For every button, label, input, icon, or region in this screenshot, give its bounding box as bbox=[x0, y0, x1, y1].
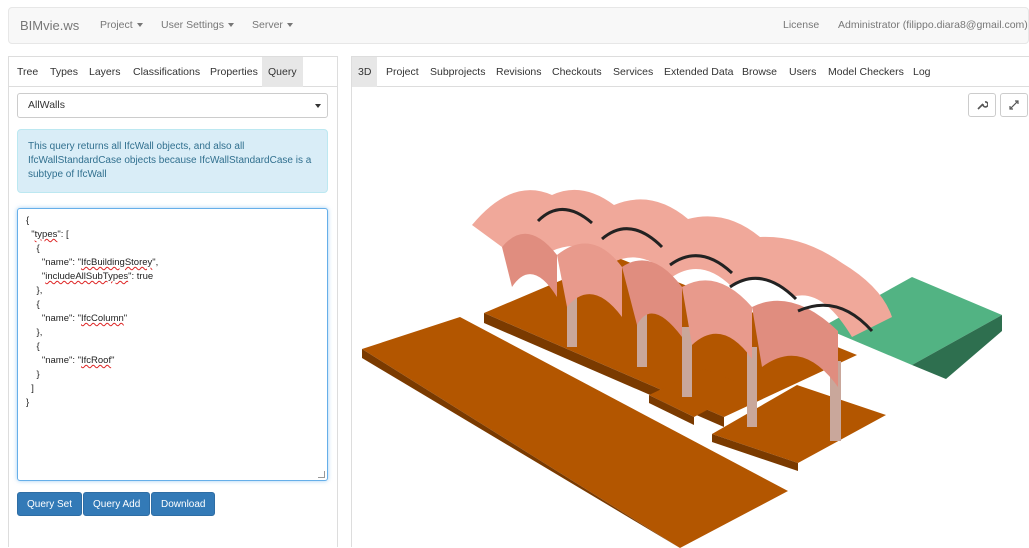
caret-down-icon bbox=[228, 23, 235, 28]
resize-handle-icon[interactable] bbox=[318, 471, 325, 478]
caret-down-icon bbox=[136, 23, 143, 28]
3d-viewer[interactable] bbox=[352, 87, 1029, 548]
wrench-icon bbox=[977, 101, 988, 110]
tab-log[interactable]: Log bbox=[907, 57, 937, 87]
caret-down-icon bbox=[286, 23, 293, 28]
query-add-button[interactable]: Query Add bbox=[83, 492, 151, 516]
editor-line: "name": "IfcRoof" bbox=[26, 355, 115, 366]
left-tab-bar: Tree Types Layers Classifications Proper… bbox=[9, 57, 337, 87]
viewer-fullscreen-button[interactable] bbox=[1000, 93, 1028, 117]
expand-icon bbox=[1009, 100, 1019, 110]
editor-line: }, bbox=[26, 285, 43, 296]
chevron-down-icon bbox=[315, 104, 321, 108]
right-panel: 3D Project Subprojects Revisions Checkou… bbox=[351, 56, 1029, 548]
nav-project[interactable]: Project bbox=[100, 19, 143, 31]
nav-license[interactable]: License bbox=[783, 19, 819, 31]
query-info-alert: This query returns all IfcWall objects, … bbox=[17, 129, 328, 193]
editor-line: } bbox=[26, 369, 40, 380]
tab-tree[interactable]: Tree bbox=[11, 57, 44, 87]
query-set-button[interactable]: Query Set bbox=[17, 492, 83, 516]
editor-line: { bbox=[26, 299, 40, 310]
download-button[interactable]: Download bbox=[151, 492, 216, 516]
column bbox=[682, 327, 692, 397]
tab-users[interactable]: Users bbox=[783, 57, 822, 87]
editor-line: { bbox=[26, 243, 40, 254]
editor-line: ] bbox=[26, 383, 34, 394]
editor-line: "includeAllSubTypes": true bbox=[26, 271, 154, 282]
right-tab-bar: 3D Project Subprojects Revisions Checkou… bbox=[352, 57, 1029, 87]
tab-query[interactable]: Query bbox=[262, 57, 303, 87]
nav-user-settings[interactable]: User Settings bbox=[161, 19, 235, 31]
editor-line: "types": [ bbox=[26, 229, 69, 240]
tab-project[interactable]: Project bbox=[380, 57, 425, 87]
query-editor[interactable]: { "types": [ { "name": "IfcBuildingStore… bbox=[17, 208, 328, 481]
editor-line: }, bbox=[26, 327, 43, 338]
tab-model-checkers[interactable]: Model Checkers bbox=[822, 57, 910, 87]
tab-classifications[interactable]: Classifications bbox=[127, 57, 206, 87]
tab-browse[interactable]: Browse bbox=[736, 57, 783, 87]
tab-layers[interactable]: Layers bbox=[83, 57, 127, 87]
editor-line: { bbox=[26, 215, 30, 226]
tab-services[interactable]: Services bbox=[607, 57, 659, 87]
tab-checkouts[interactable]: Checkouts bbox=[546, 57, 608, 87]
nav-user[interactable]: Administrator (filippo.diara8@gmail.com) bbox=[838, 19, 1028, 31]
tab-properties[interactable]: Properties bbox=[204, 57, 264, 87]
tab-types[interactable]: Types bbox=[44, 57, 84, 87]
tab-subprojects[interactable]: Subprojects bbox=[424, 57, 491, 87]
navbar: BIMvie.ws Project User Settings Server L… bbox=[8, 7, 1029, 44]
editor-line: "name": "IfcColumn" bbox=[26, 313, 128, 324]
nav-server[interactable]: Server bbox=[252, 19, 293, 31]
viewer-settings-button[interactable] bbox=[968, 93, 996, 117]
query-select-value: AllWalls bbox=[28, 99, 65, 111]
editor-line: } bbox=[26, 397, 30, 408]
editor-line: "name": "IfcBuildingStorey", bbox=[26, 257, 159, 268]
editor-line: { bbox=[26, 341, 40, 352]
tab-extended-data[interactable]: Extended Data bbox=[658, 57, 739, 87]
tab-revisions[interactable]: Revisions bbox=[490, 57, 548, 87]
brand[interactable]: BIMvie.ws bbox=[20, 18, 79, 33]
query-select[interactable]: AllWalls bbox=[17, 93, 328, 118]
left-panel: Tree Types Layers Classifications Proper… bbox=[8, 56, 338, 547]
tab-3d[interactable]: 3D bbox=[352, 57, 378, 87]
